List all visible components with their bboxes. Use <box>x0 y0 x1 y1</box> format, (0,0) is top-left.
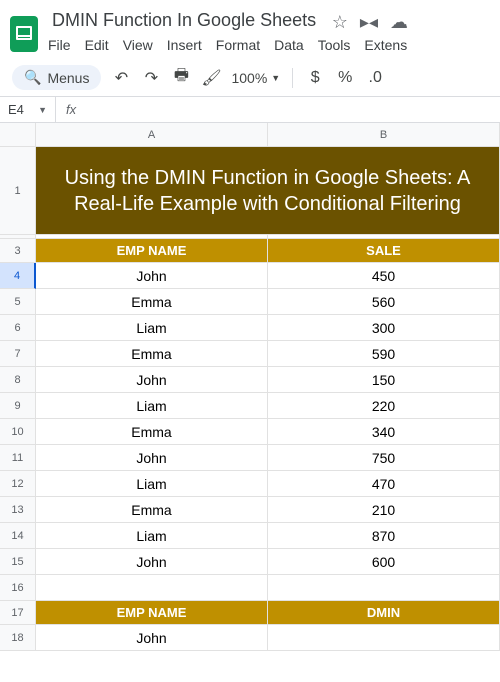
row-header[interactable]: 9 <box>0 393 36 419</box>
menu-extensions[interactable]: Extens <box>364 37 407 53</box>
sheets-logo-icon[interactable] <box>10 16 38 52</box>
menu-edit[interactable]: Edit <box>85 37 109 53</box>
row-header[interactable]: 5 <box>0 289 36 315</box>
row-header[interactable]: 10 <box>0 419 36 445</box>
cloud-icon[interactable]: ☁ <box>390 12 408 33</box>
row-header[interactable]: 16 <box>0 575 36 601</box>
cell[interactable]: 220 <box>268 393 500 419</box>
row-header[interactable]: 13 <box>0 497 36 523</box>
cell[interactable]: 470 <box>268 471 500 497</box>
undo-icon[interactable]: ↶ <box>111 68 131 88</box>
cell[interactable]: 600 <box>268 549 500 575</box>
row-header[interactable]: 1 <box>0 147 36 235</box>
name-box[interactable]: E4 ▼ <box>0 97 56 122</box>
cell[interactable]: 210 <box>268 497 500 523</box>
menu-tools[interactable]: Tools <box>318 37 351 53</box>
toolbar: 🔍 Menus ↶ ↷ 🖶 🖌 100% ▼ $ % .0 <box>0 59 500 97</box>
menu-data[interactable]: Data <box>274 37 304 53</box>
cell[interactable]: 590 <box>268 341 500 367</box>
row-header[interactable]: 12 <box>0 471 36 497</box>
chevron-down-icon: ▼ <box>271 73 280 83</box>
zoom-dropdown[interactable]: 100% ▼ <box>231 70 280 86</box>
menu-insert[interactable]: Insert <box>167 37 202 53</box>
search-menus-label: Menus <box>47 70 89 86</box>
cell[interactable]: John <box>36 625 268 651</box>
cell[interactable]: 560 <box>268 289 500 315</box>
row-header[interactable]: 14 <box>0 523 36 549</box>
cell[interactable]: 750 <box>268 445 500 471</box>
spreadsheet-grid[interactable]: A B 1 Using the DMIN Function in Google … <box>0 123 500 651</box>
row-header[interactable]: 18 <box>0 625 36 651</box>
menu-view[interactable]: View <box>123 37 153 53</box>
menu-file[interactable]: File <box>48 37 71 53</box>
cell[interactable]: Emma <box>36 497 268 523</box>
cell[interactable] <box>268 575 500 601</box>
name-box-value: E4 <box>8 102 24 117</box>
print-icon[interactable]: 🖶 <box>171 68 191 88</box>
row-header[interactable]: 4 <box>0 263 36 289</box>
header-emp-name[interactable]: EMP NAME <box>36 239 268 263</box>
cell[interactable]: 450 <box>268 263 500 289</box>
cell[interactable]: 300 <box>268 315 500 341</box>
header-dmin[interactable]: DMIN <box>268 601 500 625</box>
cell[interactable]: John <box>36 445 268 471</box>
cell[interactable]: 150 <box>268 367 500 393</box>
decrease-decimal-button[interactable]: .0 <box>365 68 385 88</box>
cell[interactable]: John <box>36 263 268 289</box>
row-header[interactable]: 6 <box>0 315 36 341</box>
cell[interactable]: 340 <box>268 419 500 445</box>
menu-format[interactable]: Format <box>216 37 260 53</box>
title-cell[interactable]: Using the DMIN Function in Google Sheets… <box>36 147 500 235</box>
separator <box>292 68 293 88</box>
cell[interactable]: John <box>36 549 268 575</box>
cell[interactable]: Liam <box>36 471 268 497</box>
cell[interactable]: Liam <box>36 523 268 549</box>
move-icon[interactable]: ▸◂ <box>360 12 378 33</box>
row-header[interactable]: 11 <box>0 445 36 471</box>
cell[interactable]: Emma <box>36 289 268 315</box>
redo-icon[interactable]: ↷ <box>141 68 161 88</box>
search-menus[interactable]: 🔍 Menus <box>12 65 101 90</box>
cell[interactable]: Emma <box>36 419 268 445</box>
fx-icon: fx <box>56 102 86 117</box>
formula-bar: E4 ▼ fx <box>0 97 500 123</box>
row-header[interactable]: 17 <box>0 601 36 625</box>
column-header-b[interactable]: B <box>268 123 500 147</box>
document-title[interactable]: DMIN Function In Google Sheets <box>48 8 320 33</box>
chevron-down-icon: ▼ <box>38 105 47 115</box>
row-header[interactable]: 7 <box>0 341 36 367</box>
cell[interactable]: Liam <box>36 393 268 419</box>
menu-bar: File Edit View Insert Format Data Tools … <box>48 33 490 59</box>
search-icon: 🔍 <box>24 69 41 86</box>
cell[interactable]: Emma <box>36 341 268 367</box>
cell[interactable] <box>268 625 500 651</box>
row-header[interactable]: 3 <box>0 239 36 263</box>
paint-format-icon[interactable]: 🖌 <box>201 68 221 88</box>
cell[interactable] <box>36 575 268 601</box>
cell[interactable]: John <box>36 367 268 393</box>
row-header[interactable]: 15 <box>0 549 36 575</box>
percent-button[interactable]: % <box>335 68 355 88</box>
currency-button[interactable]: $ <box>305 68 325 88</box>
zoom-value: 100% <box>231 70 267 86</box>
cell[interactable]: 870 <box>268 523 500 549</box>
cell[interactable]: Liam <box>36 315 268 341</box>
select-all-corner[interactable] <box>0 123 36 147</box>
column-header-a[interactable]: A <box>36 123 268 147</box>
header-emp-name-2[interactable]: EMP NAME <box>36 601 268 625</box>
star-icon[interactable]: ☆ <box>332 12 348 33</box>
header-sale[interactable]: SALE <box>268 239 500 263</box>
row-header[interactable]: 8 <box>0 367 36 393</box>
